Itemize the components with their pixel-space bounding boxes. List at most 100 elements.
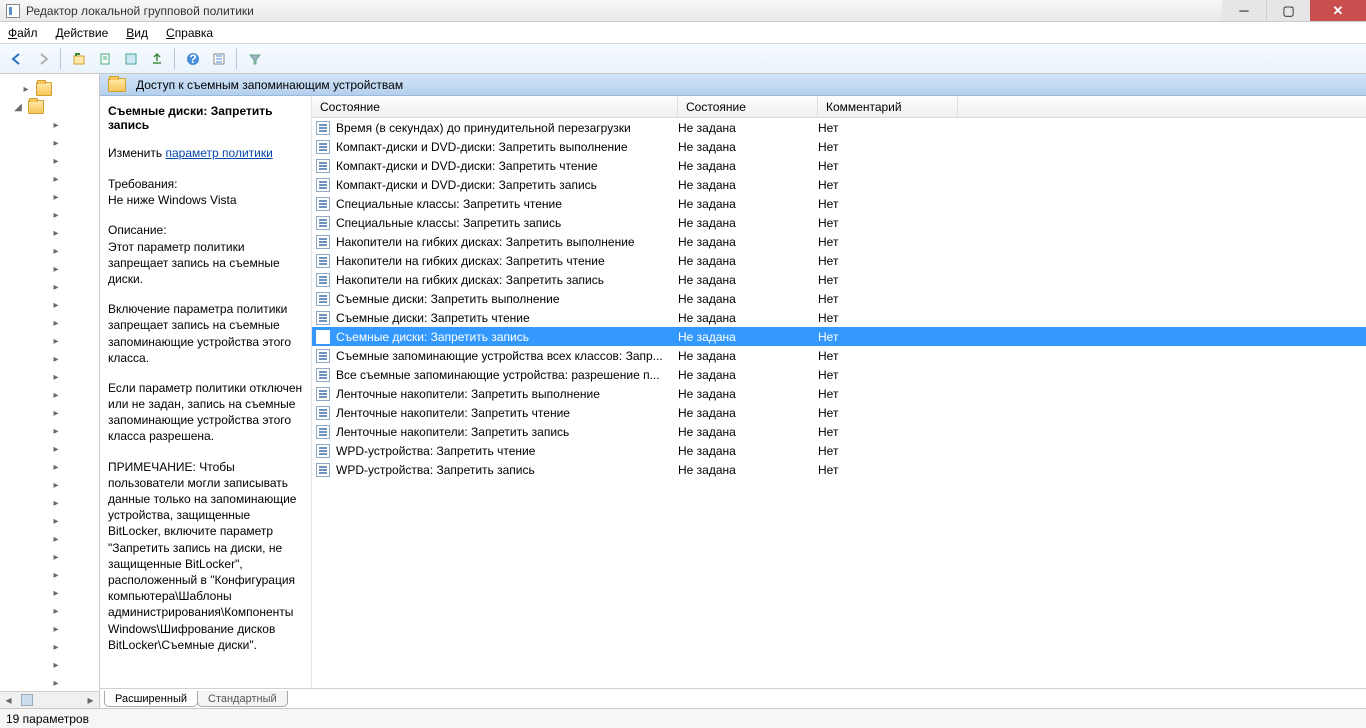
tree-item[interactable]: ▸ — [0, 422, 99, 440]
tab-standard[interactable]: Стандартный — [197, 691, 288, 707]
tree-item[interactable]: ▸ — [0, 350, 99, 368]
policy-state: Не задана — [678, 387, 818, 401]
list-row[interactable]: Ленточные накопители: Запретить записьНе… — [312, 422, 1366, 441]
list-row[interactable]: Компакт-диски и DVD-диски: Запретить вып… — [312, 137, 1366, 156]
menu-action[interactable]: Действие — [56, 26, 109, 40]
policy-state: Не задана — [678, 121, 818, 135]
list-row[interactable]: Накопители на гибких дисках: Запретить з… — [312, 270, 1366, 289]
close-button[interactable]: ✕ — [1310, 0, 1366, 21]
tree-item[interactable]: ▸ — [0, 530, 99, 548]
list-row[interactable]: Съемные диски: Запретить чтениеНе задана… — [312, 308, 1366, 327]
list-row[interactable]: Накопители на гибких дисках: Запретить в… — [312, 232, 1366, 251]
tree-scrollbar[interactable]: ◂▸ — [0, 691, 99, 708]
tree-item[interactable]: ▸ — [0, 638, 99, 656]
policy-comment: Нет — [818, 406, 958, 420]
list-row[interactable]: Специальные классы: Запретить записьНе з… — [312, 213, 1366, 232]
column-header-setting[interactable]: Состояние — [312, 96, 678, 117]
list-row[interactable]: Все съемные запоминающие устройства: раз… — [312, 365, 1366, 384]
tree-item[interactable]: ▸ — [0, 278, 99, 296]
list-row[interactable]: Накопители на гибких дисках: Запретить ч… — [312, 251, 1366, 270]
tree-item[interactable]: ▸ — [0, 260, 99, 278]
tree-item[interactable]: ▸ — [0, 404, 99, 422]
policy-name: Ленточные накопители: Запретить выполнен… — [336, 387, 600, 401]
tree-item[interactable]: ▸ — [0, 368, 99, 386]
tree-item[interactable]: ▸ — [0, 476, 99, 494]
edit-policy-link[interactable]: параметр политики — [165, 146, 272, 160]
tree-item[interactable]: ▸ — [0, 548, 99, 566]
policy-state: Не задана — [678, 425, 818, 439]
properties-button[interactable] — [94, 48, 116, 70]
tree-item[interactable]: ▸ — [0, 386, 99, 404]
list-header[interactable]: Состояние Состояние Комментарий — [312, 96, 1366, 118]
tree-item[interactable]: ▸ — [0, 188, 99, 206]
list-row[interactable]: Съемные диски: Запретить выполнениеНе за… — [312, 289, 1366, 308]
tree-item[interactable]: ▸ — [0, 152, 99, 170]
policy-icon — [316, 425, 330, 439]
up-button[interactable] — [68, 48, 90, 70]
menu-file[interactable]: Файл — [8, 26, 38, 40]
list-row[interactable]: Компакт-диски и DVD-диски: Запретить чте… — [312, 156, 1366, 175]
policy-name: Накопители на гибких дисках: Запретить в… — [336, 235, 635, 249]
export-button[interactable] — [146, 48, 168, 70]
list-row[interactable]: Компакт-диски и DVD-диски: Запретить зап… — [312, 175, 1366, 194]
tree-item[interactable]: ▸ — [0, 674, 99, 692]
column-header-comment[interactable]: Комментарий — [818, 96, 958, 117]
tree-item[interactable]: ▸ — [0, 170, 99, 188]
tree-item[interactable]: ▸ — [0, 296, 99, 314]
back-button[interactable] — [6, 48, 28, 70]
tree-item[interactable]: ▸ — [0, 134, 99, 152]
tree-item[interactable]: ▸ — [0, 494, 99, 512]
folder-icon — [36, 82, 52, 96]
tab-extended[interactable]: Расширенный — [104, 691, 198, 707]
tree-item[interactable]: ▸ — [0, 314, 99, 332]
refresh-button[interactable] — [120, 48, 142, 70]
list-row[interactable]: Время (в секундах) до принудительной пер… — [312, 118, 1366, 137]
tree-item[interactable]: ▸ — [0, 584, 99, 602]
minimize-button[interactable]: ─ — [1222, 0, 1266, 21]
policy-icon — [316, 140, 330, 154]
list-row[interactable]: Съемные диски: Запретить записьНе задана… — [312, 327, 1366, 346]
tree-item[interactable]: ▸ — [0, 440, 99, 458]
tree-item[interactable]: ▸ — [0, 80, 99, 98]
list-row[interactable]: WPD-устройства: Запретить записьНе задан… — [312, 460, 1366, 479]
tree-item[interactable]: ▸ — [0, 620, 99, 638]
tree-item[interactable]: ▸ — [0, 602, 99, 620]
help-button[interactable]: ? — [182, 48, 204, 70]
policy-state: Не задана — [678, 349, 818, 363]
list-row[interactable]: Съемные запоминающие устройства всех кла… — [312, 346, 1366, 365]
forward-button[interactable] — [32, 48, 54, 70]
list-row[interactable]: Специальные классы: Запретить чтениеНе з… — [312, 194, 1366, 213]
policy-state: Не задана — [678, 330, 818, 344]
edit-label: Изменить — [108, 146, 162, 160]
tree-item[interactable]: ▸ — [0, 116, 99, 134]
column-header-state[interactable]: Состояние — [678, 96, 818, 117]
tree-item[interactable]: ▸ — [0, 656, 99, 674]
tree-pane[interactable]: ▸ ◢ ▸ ▸ ▸ ▸ ▸ ▸ ▸ ▸ ▸ ▸ ▸ ▸ ▸ ▸ ▸ ▸ ▸ ▸ … — [0, 74, 100, 708]
list-row[interactable]: Ленточные накопители: Запретить чтениеНе… — [312, 403, 1366, 422]
toolbar-separator — [236, 48, 238, 70]
filter-list-button[interactable] — [208, 48, 230, 70]
tree-item[interactable]: ▸ — [0, 332, 99, 350]
list-row[interactable]: Ленточные накопители: Запретить выполнен… — [312, 384, 1366, 403]
filter-button[interactable] — [244, 48, 266, 70]
statusbar: 19 параметров — [0, 708, 1366, 728]
titlebar: Редактор локальной групповой политики ─ … — [0, 0, 1366, 22]
tree-item[interactable]: ▸ — [0, 512, 99, 530]
tree-item[interactable]: ◢ — [0, 98, 99, 116]
policy-icon — [316, 311, 330, 325]
tree-item[interactable]: ▸ — [0, 206, 99, 224]
maximize-button[interactable]: ▢ — [1266, 0, 1310, 21]
tree-item[interactable]: ▸ — [0, 242, 99, 260]
policy-name: Съемные диски: Запретить выполнение — [336, 292, 560, 306]
toolbar-separator — [174, 48, 176, 70]
tree-item[interactable]: ▸ — [0, 566, 99, 584]
policy-state: Не задана — [678, 311, 818, 325]
status-text: 19 параметров — [6, 712, 89, 726]
menu-view[interactable]: Вид — [126, 26, 148, 40]
list-row[interactable]: WPD-устройства: Запретить чтениеНе задан… — [312, 441, 1366, 460]
menu-help[interactable]: Справка — [166, 26, 213, 40]
tree-item[interactable]: ▸ — [0, 458, 99, 476]
tree-item[interactable]: ▸ — [0, 224, 99, 242]
policy-state: Не задана — [678, 216, 818, 230]
policy-state: Не задана — [678, 444, 818, 458]
